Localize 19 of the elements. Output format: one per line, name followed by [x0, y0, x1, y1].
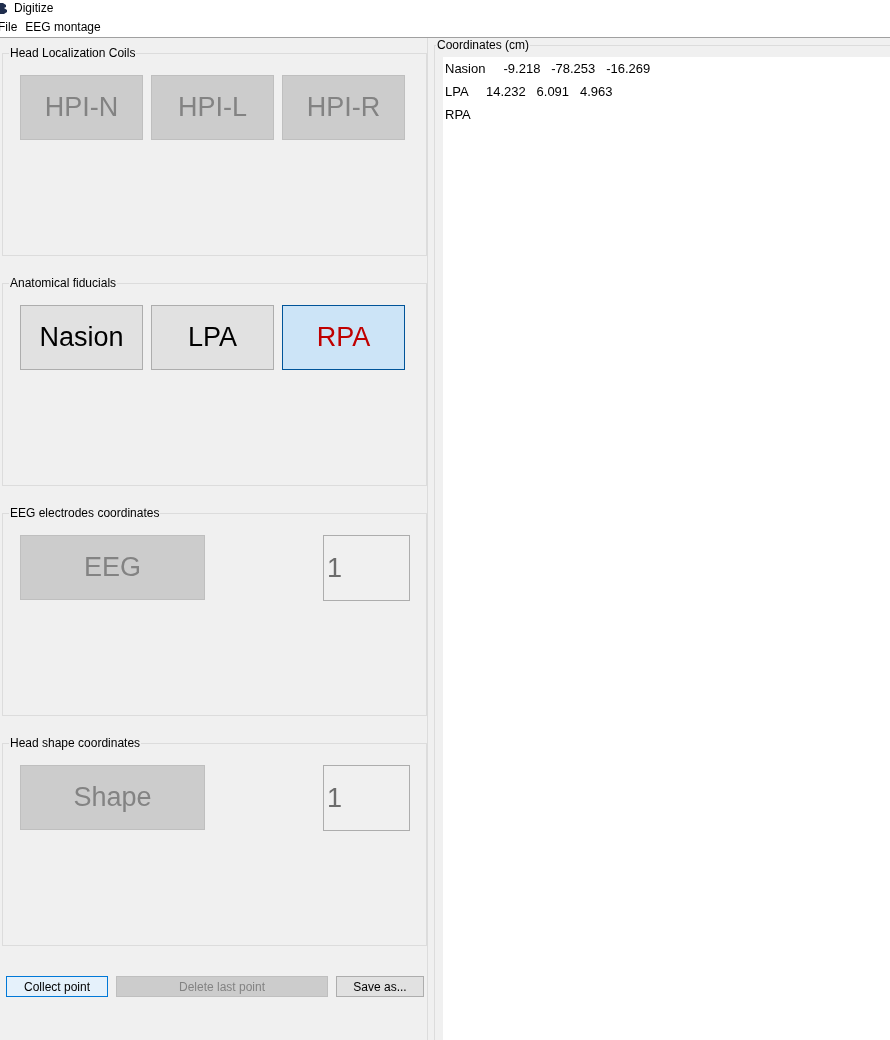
action-button[interactable]: Collect point: [6, 976, 108, 997]
group-title: Anatomical fiducials: [9, 276, 118, 290]
window-title: Digitize: [14, 1, 54, 15]
group-title: EEG electrodes coordinates: [9, 506, 161, 520]
fiducial-button[interactable]: RPA: [282, 305, 405, 370]
group-title: Head shape coordinates: [9, 736, 142, 750]
coordinate-line: LPA 14.232 6.091 4.963: [445, 83, 614, 101]
coordinates-text-area[interactable]: Nasion -9.218 -78.253 -16.269 LPA 14.232 6.091 4.963 RPA: [443, 57, 890, 1040]
coordinate-line: Nasion -9.218 -78.253 -16.269: [445, 60, 652, 78]
fiducial-button[interactable]: LPA: [151, 305, 274, 370]
coordinate-line: RPA: [445, 106, 472, 124]
counter-field[interactable]: 1: [323, 535, 410, 601]
fiducial-button[interactable]: Nasion: [20, 305, 143, 370]
group-title: Head Localization Coils: [9, 46, 137, 60]
app-icon: [0, 2, 8, 14]
counter-field[interactable]: 1: [323, 765, 410, 831]
group-title: Coordinates (cm): [436, 38, 531, 52]
action-button[interactable]: Save as...: [336, 976, 424, 997]
menu-item[interactable]: EEG montage: [25, 19, 101, 34]
